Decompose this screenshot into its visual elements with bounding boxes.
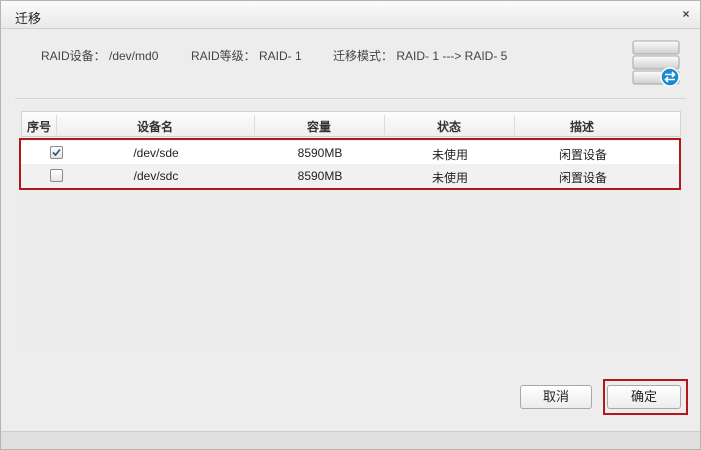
raid-info-bar: RAID设备： /dev/md0 RAID等级： RAID- 1 迁移模式： R… [1, 47, 700, 63]
device-description: 闲置设备 [558, 148, 607, 162]
device-capacity: 8590MB [297, 146, 343, 160]
device-name: /dev/sde [133, 146, 179, 160]
header-index: 序号 [26, 120, 51, 134]
storage-migrate-icon [632, 39, 682, 89]
header-device: 设备名 [136, 120, 173, 134]
header-capacity: 容量 [306, 120, 331, 134]
header-description: 描述 [569, 120, 594, 134]
dialog-footer [1, 431, 700, 449]
device-name: /dev/sdc [133, 169, 179, 183]
dialog-title: 迁移 [15, 11, 42, 26]
selected-rows-highlight: /dev/sde 8590MB 未使用 闲置设备 /dev/sdc 8590MB… [19, 138, 681, 190]
confirm-button[interactable]: 确定 [607, 385, 681, 409]
raid-level-label: RAID等级： RAID- 1 [191, 49, 302, 63]
header-divider [15, 98, 686, 99]
cancel-button[interactable]: 取消 [520, 385, 592, 409]
device-capacity: 8590MB [297, 169, 343, 183]
device-description: 闲置设备 [558, 171, 607, 185]
dialog-titlebar: 迁移 × [1, 1, 700, 29]
device-table: 序号 设备名 容量 状态 描述 /dev/sde 8590MB 未使用 闲置设备 [19, 111, 681, 351]
table-row[interactable]: /dev/sde 8590MB 未使用 闲置设备 [21, 141, 679, 164]
close-icon[interactable]: × [679, 7, 693, 21]
migrate-mode-label: 迁移模式： RAID- 1 ---> RAID- 5 [333, 49, 508, 63]
raid-device-label: RAID设备： /dev/md0 [41, 49, 159, 63]
device-status: 未使用 [431, 171, 468, 185]
table-row[interactable]: /dev/sdc 8590MB 未使用 闲置设备 [21, 164, 679, 187]
table-header: 序号 设备名 容量 状态 描述 [21, 111, 681, 137]
device-status: 未使用 [431, 148, 468, 162]
migrate-dialog: 迁移 × RAID设备： /dev/md0 RAID等级： RAID- 1 迁移… [0, 0, 701, 450]
header-status: 状态 [436, 120, 461, 134]
